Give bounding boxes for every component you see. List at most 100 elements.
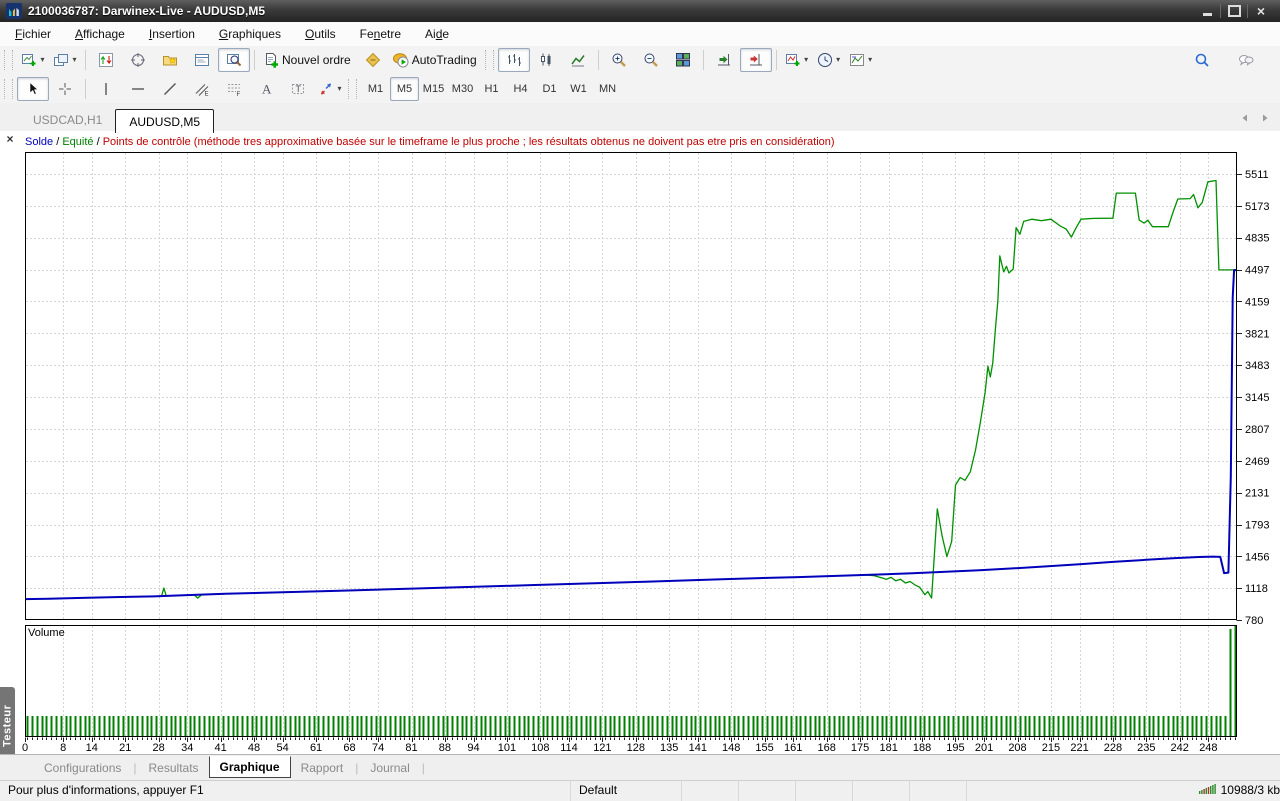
menu-fichier[interactable]: Fichier (4, 24, 62, 44)
terminal-icon (194, 52, 210, 68)
auto-scroll-button[interactable] (708, 48, 740, 72)
trendline-button[interactable] (154, 77, 186, 101)
title-bar[interactable]: 2100036787: Darwinex-Live - AUDUSD,M5 × (0, 0, 1280, 22)
chevron-down-icon: ▾ (868, 56, 872, 64)
svg-text:228: 228 (1104, 742, 1122, 754)
arrows-button[interactable]: ▾ (314, 77, 346, 101)
templates-button[interactable]: ▾ (845, 48, 877, 72)
tester-tab-resultats[interactable]: Resultats (139, 758, 209, 778)
chart-tab-audusd-m5[interactable]: AUDUSD,M5 (115, 109, 214, 133)
tester-tab-configurations[interactable]: Configurations (34, 758, 131, 778)
text-label-icon: T (290, 81, 306, 97)
chart-tab-bar: USDCAD,H1AUDUSD,M5 (0, 103, 1280, 133)
crosshair-button[interactable] (49, 77, 81, 101)
restore-button[interactable] (1221, 0, 1247, 22)
text-button[interactable]: A (250, 77, 282, 101)
timeframe-w1-button[interactable]: W1 (564, 77, 593, 101)
tester-tab-graphique[interactable]: Graphique (209, 756, 291, 778)
chevron-down-icon: ▾ (804, 56, 808, 64)
text-label-button[interactable]: T (282, 77, 314, 101)
menu-outils[interactable]: Outils (294, 24, 347, 44)
tile-windows-button[interactable] (667, 48, 699, 72)
navigator-button[interactable] (154, 48, 186, 72)
svg-text:5173: 5173 (1245, 201, 1269, 213)
market-watch-button[interactable] (90, 48, 122, 72)
timeframe-m5-button[interactable]: M5 (390, 77, 419, 101)
zoom-out-button[interactable] (635, 48, 667, 72)
svg-text:F: F (237, 92, 241, 97)
timeframe-m1-button[interactable]: M1 (361, 77, 390, 101)
equidistant-channel-button[interactable]: E (186, 77, 218, 101)
fibonacci-button[interactable]: F (218, 77, 250, 101)
toolbar-grip[interactable] (4, 79, 13, 99)
svg-text:155: 155 (755, 742, 773, 754)
new-order-label: Nouvel ordre (282, 53, 353, 67)
community-chat-button[interactable] (1230, 48, 1262, 72)
toolbar-grip[interactable] (4, 50, 13, 70)
indicators-button[interactable]: ▾ (781, 48, 813, 72)
horizontal-line-button[interactable] (122, 77, 154, 101)
metaeditor-button[interactable] (357, 48, 389, 72)
new-chart-button[interactable]: ▾ (17, 48, 49, 72)
toolbar-grip[interactable] (348, 79, 357, 99)
menu-fenetre[interactable]: Fenetre (349, 24, 412, 44)
vertical-line-button[interactable] (90, 77, 122, 101)
tester-tab-rapport[interactable]: Rapport (291, 758, 354, 778)
terminal-button[interactable] (186, 48, 218, 72)
new-order-button[interactable]: Nouvel ordre (259, 48, 357, 72)
timeframe-h1-button[interactable]: H1 (477, 77, 506, 101)
chart-line-button[interactable] (562, 48, 594, 72)
x-axis-labels: 0814212834414854616874818894101108114121… (22, 742, 1218, 754)
search-button[interactable] (1186, 48, 1218, 72)
svg-text:48: 48 (248, 742, 260, 754)
vertical-line-icon (98, 81, 114, 97)
menu-affichage[interactable]: Affichage (64, 24, 136, 44)
svg-text:3145: 3145 (1245, 392, 1269, 404)
close-button[interactable]: × (1248, 0, 1274, 22)
tester-close-icon[interactable]: × (4, 134, 16, 146)
timeframe-m15-button[interactable]: M15 (419, 77, 448, 101)
volume-pane-label: Volume (28, 627, 65, 639)
toolbar-line-studies-timeframes: E F AT ▾ M1M5M15M30H1H4D1W1MN (0, 74, 1280, 104)
svg-text:161: 161 (784, 742, 802, 754)
chart-shift-button[interactable] (740, 48, 772, 72)
chevron-down-icon: ▾ (337, 85, 341, 93)
chart-bars-button[interactable] (498, 48, 530, 72)
autotrading-button[interactable]: AutoTrading (389, 48, 483, 72)
templates-icon (849, 52, 865, 68)
tester-graph[interactable]: 7801118145617932131246928073145348338214… (16, 131, 1280, 755)
svg-text:2469: 2469 (1245, 456, 1269, 468)
tester-tab-journal[interactable]: Journal (360, 758, 419, 778)
timeframe-d1-button[interactable]: D1 (535, 77, 564, 101)
connection-bars-icon (1199, 783, 1217, 797)
auto-scroll-icon (716, 52, 732, 68)
chart-candles-button[interactable] (530, 48, 562, 72)
svg-text:3821: 3821 (1245, 328, 1269, 340)
zoom-in-button[interactable] (603, 48, 635, 72)
svg-text:1456: 1456 (1245, 551, 1269, 563)
timeframe-mn-button[interactable]: MN (593, 77, 622, 101)
menu-insertion[interactable]: Insertion (138, 24, 206, 44)
svg-text:1118: 1118 (1245, 583, 1268, 595)
status-help-text: Pour plus d'informations, appuyer F1 (0, 781, 571, 801)
new-chart-icon (21, 52, 37, 68)
legend-points-de-controle: Points de contrôle (méthode tres approxi… (103, 136, 835, 148)
menu-aide[interactable]: Aide (414, 24, 460, 44)
profiles-button[interactable]: ▾ (49, 48, 81, 72)
strategy-tester-button[interactable] (218, 48, 250, 72)
data-window-button[interactable] (122, 48, 154, 72)
tab-separator: | (353, 761, 360, 775)
timeframe-h4-button[interactable]: H4 (506, 77, 535, 101)
toolbar-grip[interactable] (485, 50, 494, 70)
tab-scroll-left-icon[interactable] (1238, 111, 1252, 125)
tab-scroll-right-icon[interactable] (1258, 111, 1272, 125)
periods-button[interactable]: ▾ (813, 48, 845, 72)
connection-traffic: 10988/3 kb (1221, 783, 1280, 797)
cursor-button[interactable] (17, 77, 49, 101)
minimize-button[interactable] (1194, 0, 1220, 22)
timeframe-m30-button[interactable]: M30 (448, 77, 477, 101)
chart-tab-usdcad-h1[interactable]: USDCAD,H1 (20, 109, 115, 131)
axis-ticks (26, 175, 1243, 743)
equidistant-channel-icon: E (194, 81, 210, 97)
menu-graphiques[interactable]: Graphiques (208, 24, 292, 44)
